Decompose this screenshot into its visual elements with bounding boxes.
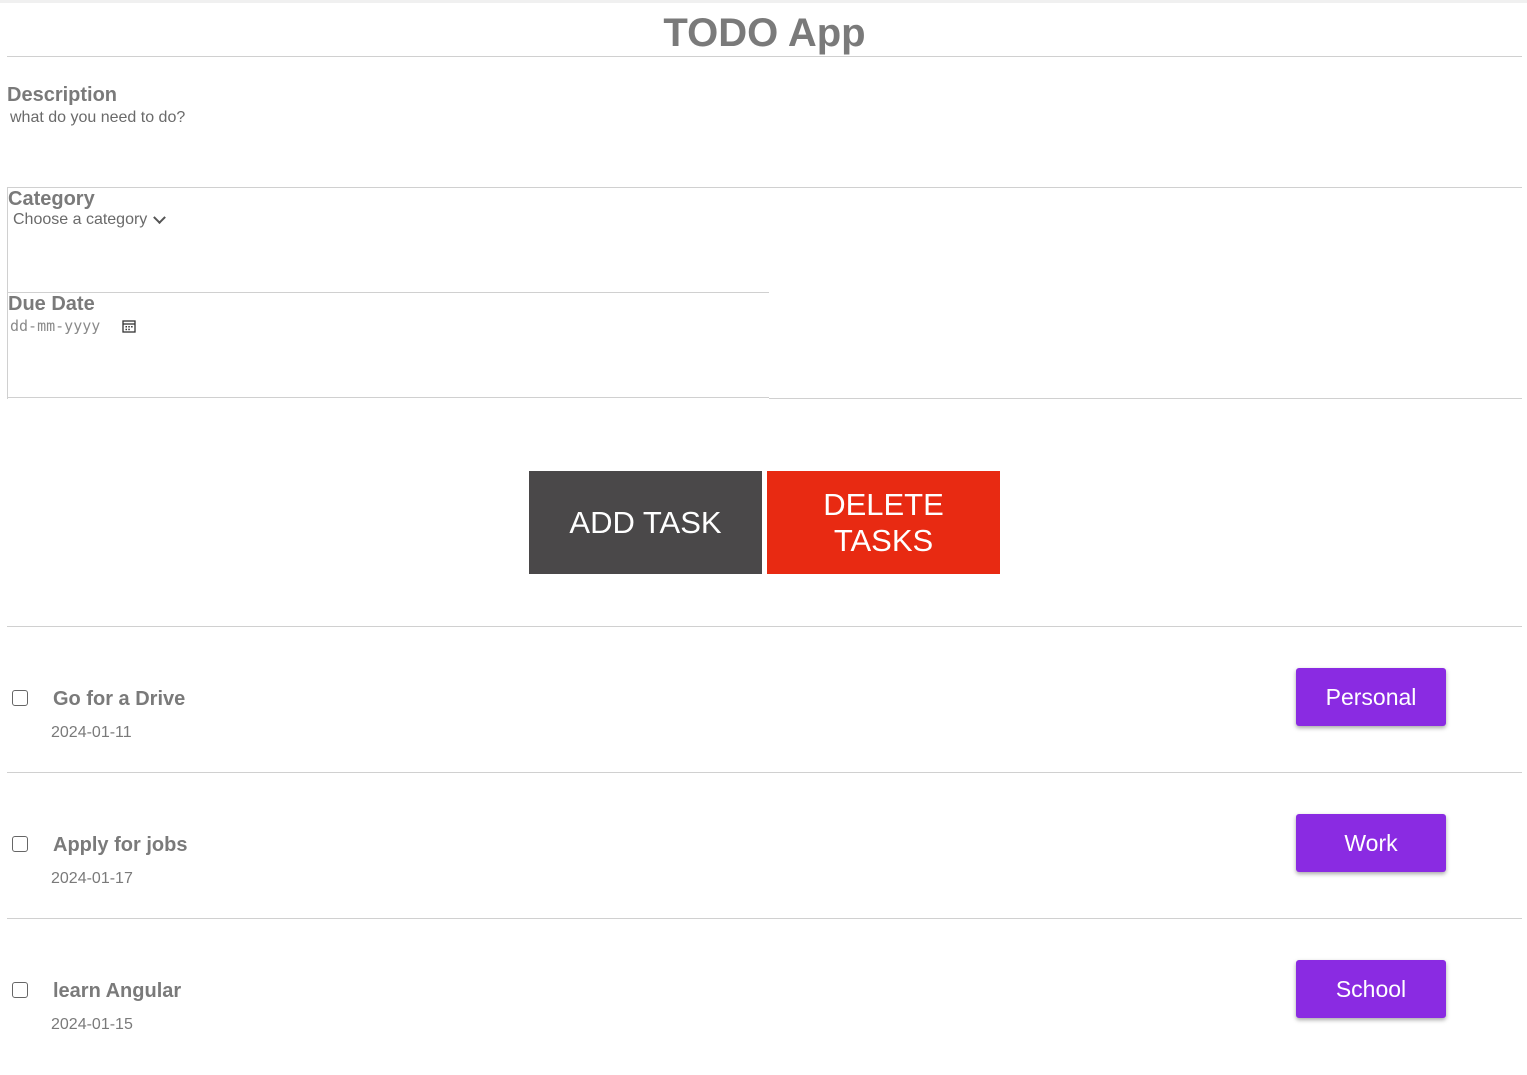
task-item: learn Angular 2024-01-15 School [7,929,1522,1075]
task-date: 2024-01-15 [51,1016,133,1033]
task-checkbox[interactable] [12,836,28,852]
task-title: Go for a Drive [53,688,186,710]
task-item: Go for a Drive 2024-01-11 Personal [7,637,1522,783]
list-top-divider [7,626,1522,627]
delete-tasks-button[interactable]: DELETE TASKS [767,471,1000,574]
task-checkbox[interactable] [12,690,28,706]
due-date-label: Due Date [8,293,95,315]
due-date-input[interactable]: dd-mm-yyyy [10,317,136,335]
category-label: Category [8,188,95,210]
category-select[interactable]: Choose a category [13,210,167,229]
task-divider [7,772,1522,773]
due-date-placeholder: dd-mm-yyyy [10,317,101,335]
category-divider [7,292,769,293]
description-divider [7,187,1522,188]
description-label: Description [7,84,118,106]
calendar-icon[interactable] [122,319,136,333]
task-title: Apply for jobs [53,834,188,856]
chevron-down-icon [153,210,167,224]
description-input[interactable] [8,107,612,129]
task-title: learn Angular [53,980,182,1002]
add-task-button[interactable]: ADD TASK [529,471,762,574]
task-item: Apply for jobs 2024-01-17 Work [7,783,1522,929]
title-divider [7,56,1522,57]
category-select-value: Choose a category [13,211,148,228]
due-date-bottom-left [7,397,769,398]
app-title: TODO App [663,11,866,55]
task-divider [7,918,1522,919]
task-date: 2024-01-17 [51,870,133,887]
task-date: 2024-01-11 [51,724,132,741]
form-bottom-divider [769,398,1522,399]
task-category-badge[interactable]: School [1296,960,1446,1018]
task-category-badge[interactable]: Personal [1296,668,1446,726]
task-category-badge[interactable]: Work [1296,814,1446,872]
task-checkbox[interactable] [12,982,28,998]
top-edge [0,0,1527,3]
